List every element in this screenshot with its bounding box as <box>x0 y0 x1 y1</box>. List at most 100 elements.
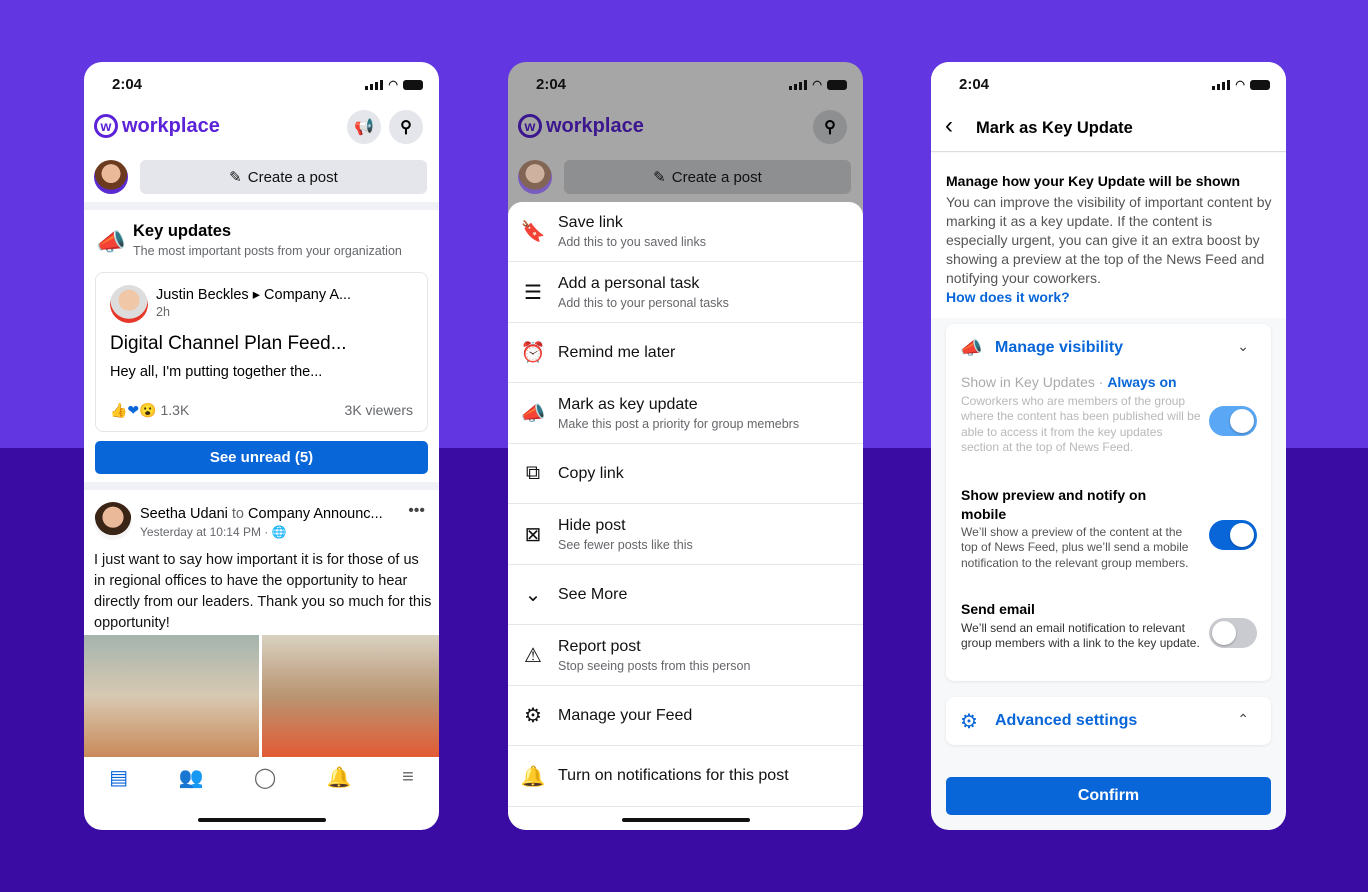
option-label: Send email <box>961 601 1035 617</box>
show-in-key-updates-toggle <box>1209 406 1257 436</box>
bell-icon[interactable]: 🔔 <box>327 765 352 790</box>
menu-item-label: See More <box>558 585 628 603</box>
divider <box>84 482 439 490</box>
search-icon: ⚲ <box>824 119 836 136</box>
menu-item-remind-me-later[interactable]: ⏰ Remind me later <box>508 323 863 383</box>
post-options-sheet: 🔖 Save link Add this to you saved links ☰ Ad… <box>508 202 863 830</box>
search-button[interactable]: ⚲ <box>389 110 423 144</box>
back-icon[interactable]: ‹ <box>945 114 953 138</box>
post-author[interactable]: Seetha Udani <box>140 506 228 522</box>
more-options-icon[interactable]: ••• <box>408 502 425 520</box>
create-post-label: Create a post <box>247 168 338 186</box>
create-post-button[interactable]: ✎ Create a post <box>564 160 851 194</box>
battery-icon <box>403 79 423 90</box>
menu-item-label: Copy link <box>558 464 624 482</box>
send-email-toggle[interactable] <box>1209 618 1257 648</box>
menu-item-hide-post[interactable]: ⊠ Hide post See fewer posts like this <box>508 505 863 565</box>
signal-icon <box>1212 79 1231 90</box>
search-button[interactable]: ⚲ <box>813 110 847 144</box>
chat-icon[interactable]: ◯ <box>254 765 276 790</box>
logo-text: workplace <box>122 114 220 137</box>
signal-icon <box>365 79 384 90</box>
always-on-label: Always on <box>1107 374 1177 390</box>
edit-icon: ✎ <box>653 169 666 186</box>
edit-icon: ✎ <box>229 169 242 186</box>
post-text: I just want to say how important it is f… <box>94 552 432 631</box>
bottom-nav: ▤ 👥 ◯ 🔔 ≡ <box>84 757 439 797</box>
confirm-button[interactable]: Confirm <box>946 777 1271 815</box>
key-updates-button[interactable]: 📢 <box>347 110 381 144</box>
workplace-logo: w workplace <box>518 114 644 138</box>
wifi-icon: ◠ <box>1235 79 1245 91</box>
avatar[interactable] <box>518 160 552 194</box>
menu-item-label: Manage your Feed <box>558 706 693 724</box>
post-snippet: Hey all, I'm putting together the... <box>110 364 323 380</box>
menu-item-label: Mark as key update <box>558 395 698 413</box>
megaphone-icon: 📣 <box>520 402 546 425</box>
menu-item-sub: Make this post a priority for group meme… <box>558 416 800 431</box>
menu-item-mark-as-key-update[interactable]: 📣 Mark as key update Make this post a prio… <box>508 384 863 444</box>
phone-menu: 2:04 ◠ w workplace ⚲ ✎ Create a post 🔖 Save… <box>508 62 863 830</box>
reaction-count: 1.3K <box>160 402 190 418</box>
megaphone-icon: 📣 <box>960 338 983 358</box>
option-label: Show preview and notify on mobile <box>961 487 1147 522</box>
menu-item-turn-on-notifications-for-this-post[interactable]: 🔔 Turn on notifications for this post <box>508 747 863 807</box>
menu-item-save-link[interactable]: 🔖 Save link Add this to you saved links <box>508 202 863 262</box>
status-bar: 2:04 ◠ <box>536 76 847 93</box>
menu-icon[interactable]: ≡ <box>402 766 414 789</box>
menu-item-sub: Stop seeing posts from this person <box>558 658 751 673</box>
avatar[interactable] <box>94 160 128 194</box>
chevron-down-icon[interactable]: ⌄ <box>1237 338 1249 355</box>
option-description: We’ll show a preview of the content at t… <box>961 525 1189 570</box>
post-group[interactable]: Company Announc... <box>248 506 383 522</box>
menu-item-label: Report post <box>558 637 641 655</box>
megaphone-icon: 📢 <box>354 119 374 136</box>
phone-key-update: 2:04 ◠ ‹ Mark as Key Update Manage how y… <box>931 62 1286 830</box>
create-post-label: Create a post <box>671 168 762 186</box>
menu-item-copy-link[interactable]: ⧉ Copy link <box>508 444 863 504</box>
manage-visibility-header[interactable]: Manage visibility <box>995 339 1123 357</box>
globe-icon: 🌐 <box>271 525 287 539</box>
groups-icon[interactable]: 👥 <box>179 765 204 790</box>
group-name[interactable]: Company A... <box>264 287 351 303</box>
wifi-icon: ◠ <box>812 79 822 91</box>
manage-visibility-panel: 📣 Manage visibility ⌄ Show in Key Update… <box>946 324 1271 681</box>
copy-icon: ⧉ <box>525 462 541 484</box>
option-label: Show in Key Updates <box>961 374 1095 390</box>
post-photo[interactable] <box>84 635 259 757</box>
report-icon: ⚠ <box>524 644 542 667</box>
news-feed-icon[interactable]: ▤ <box>109 765 128 790</box>
search-icon: ⚲ <box>400 119 412 136</box>
menu-item-add-a-personal-task[interactable]: ☰ Add a personal task Add this to your per… <box>508 263 863 323</box>
menu-item-manage-your-feed[interactable]: ⚙ Manage your Feed <box>508 686 863 746</box>
key-update-card[interactable]: Justin Beckles ▸ Company A... 2h Digital… <box>95 272 428 432</box>
create-post-button[interactable]: ✎ Create a post <box>140 160 427 194</box>
option-description: We’ll send an email notification to rele… <box>961 621 1200 651</box>
advanced-settings-panel[interactable]: ⚙ Advanced settings ⌃ <box>946 697 1271 745</box>
author-name[interactable]: Justin Beckles <box>156 287 249 303</box>
menu-item-sub: Add this to your personal tasks <box>558 295 729 310</box>
chevron-up-icon[interactable]: ⌃ <box>1237 711 1249 728</box>
hide-icon: ⊠ <box>524 523 542 546</box>
intro-text: You can improve the visibility of import… <box>946 194 1272 286</box>
separator: · <box>1094 374 1108 390</box>
key-updates-subtitle: The most important posts from your organ… <box>133 244 402 258</box>
bookmark-icon: 🔖 <box>520 221 546 243</box>
see-unread-button[interactable]: See unread (5) <box>95 441 428 474</box>
home-indicator <box>622 818 750 822</box>
clock: 2:04 <box>959 76 990 93</box>
post-author-avatar[interactable] <box>94 502 132 540</box>
option-description: Coworkers who are members of the group w… <box>961 394 1201 454</box>
menu-item-sub: See fewer posts like this <box>558 537 693 552</box>
to-label: to <box>231 506 244 522</box>
menu-item-label: Add a personal task <box>558 274 700 292</box>
how-does-it-work-link[interactable]: How does it work? <box>946 289 1070 305</box>
post-photo[interactable] <box>262 635 439 757</box>
menu-item-report-post[interactable]: ⚠ Report post Stop seeing posts from this … <box>508 626 863 686</box>
reactions[interactable]: 👍❤😮 1.3K <box>110 402 189 419</box>
show-preview-toggle[interactable] <box>1209 520 1257 550</box>
menu-item-see-more[interactable]: ⌄ See More <box>508 565 863 625</box>
menu-item-sub: Add this to you saved links <box>558 235 706 249</box>
status-bar: 2:04 ◠ <box>959 76 1270 93</box>
viewers-count: 3K viewers <box>344 402 413 418</box>
